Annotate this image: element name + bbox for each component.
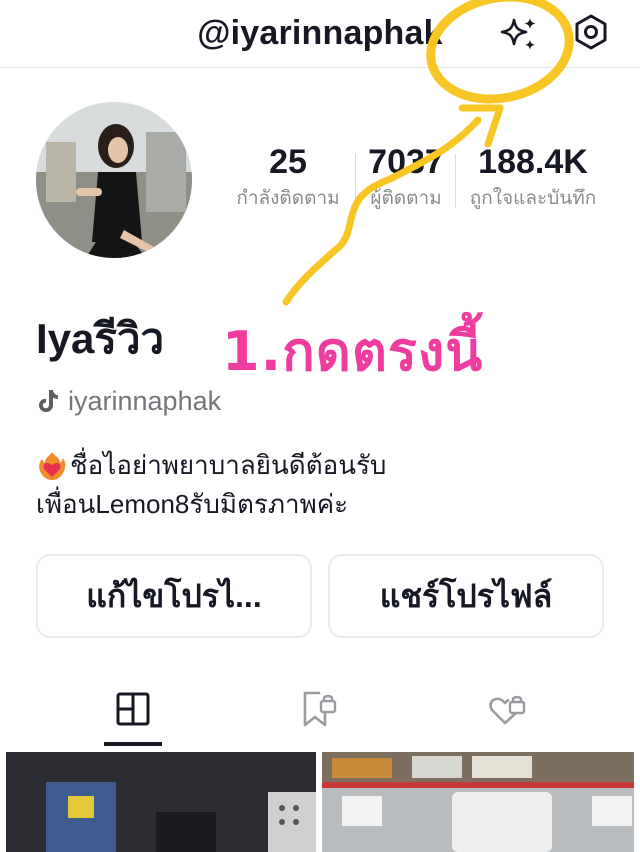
stat-divider [355,154,356,208]
handle-row: iyarinnaphak [36,384,221,418]
edit-profile-button[interactable]: แก้ไขโปรไ... [36,554,312,638]
stat-divider [455,154,456,208]
stat-following[interactable]: 25 กำลังติดตาม [226,140,350,214]
handle-text: iyarinnaphak [68,385,222,416]
avatar[interactable] [36,102,192,258]
bookmark-lock-icon [303,691,337,727]
sparkle-icon [500,18,536,50]
bio-text-2: เพื่อนLemon8รับมิตรภาพค่ะ [36,489,349,519]
tab-posts[interactable] [104,684,162,734]
bio-line-1: ชื่อไอย่าพยาบาลยินดีต้อนรับ [36,446,386,485]
username-title: @iyarinnaphak [197,14,443,52]
grid-icon [116,692,150,726]
bio-text-1: ชื่อไอย่าพยาบาลยินดีต้อนรับ [70,450,387,480]
share-profile-button[interactable]: แชร์โปรไฟล์ [328,554,604,638]
tiktok-icon [39,390,58,412]
top-bar: @iyarinnaphak [0,0,640,68]
stat-value: 188.4K [478,143,588,181]
stat-value: 25 [269,143,307,181]
post-image [322,752,634,852]
stat-label: ถูกใจและบันทึก [469,188,597,209]
settings-button[interactable] [570,11,612,53]
post-thumbnail[interactable] [6,752,316,852]
active-tab-indicator [104,742,162,746]
heart-lock-icon [489,695,526,725]
post-image [6,752,316,852]
content-tabs [0,672,640,746]
tab-liked[interactable] [478,684,536,734]
annotation-text: 1.กดตรงนี้ [222,320,484,383]
stat-likes[interactable]: 188.4K ถูกใจและบันทึก [460,140,606,214]
bio: ชื่อไอย่าพยาบาลยินดีต้อนรับ เพื่อนLemon8… [36,446,386,524]
stat-followers[interactable]: 7037 ผู้ติดตาม [358,140,454,214]
post-thumbnail[interactable] [322,752,634,852]
bio-line-2: เพื่อนLemon8รับมิตรภาพค่ะ [36,485,386,524]
stat-value: 7037 [368,143,444,181]
sparkle-button[interactable] [496,12,542,58]
avatar-photo [36,102,192,258]
settings-icon [575,14,607,50]
heart-on-fire-icon [39,451,66,480]
profile-stats: 25 กำลังติดตาม 7037 ผู้ติดตาม 188.4K ถูก… [226,140,616,224]
stat-label: ผู้ติดตาม [370,188,442,209]
tab-saved[interactable] [290,684,348,734]
stat-label: กำลังติดตาม [236,188,340,209]
display-name: Iyaรีวิว [36,315,165,362]
